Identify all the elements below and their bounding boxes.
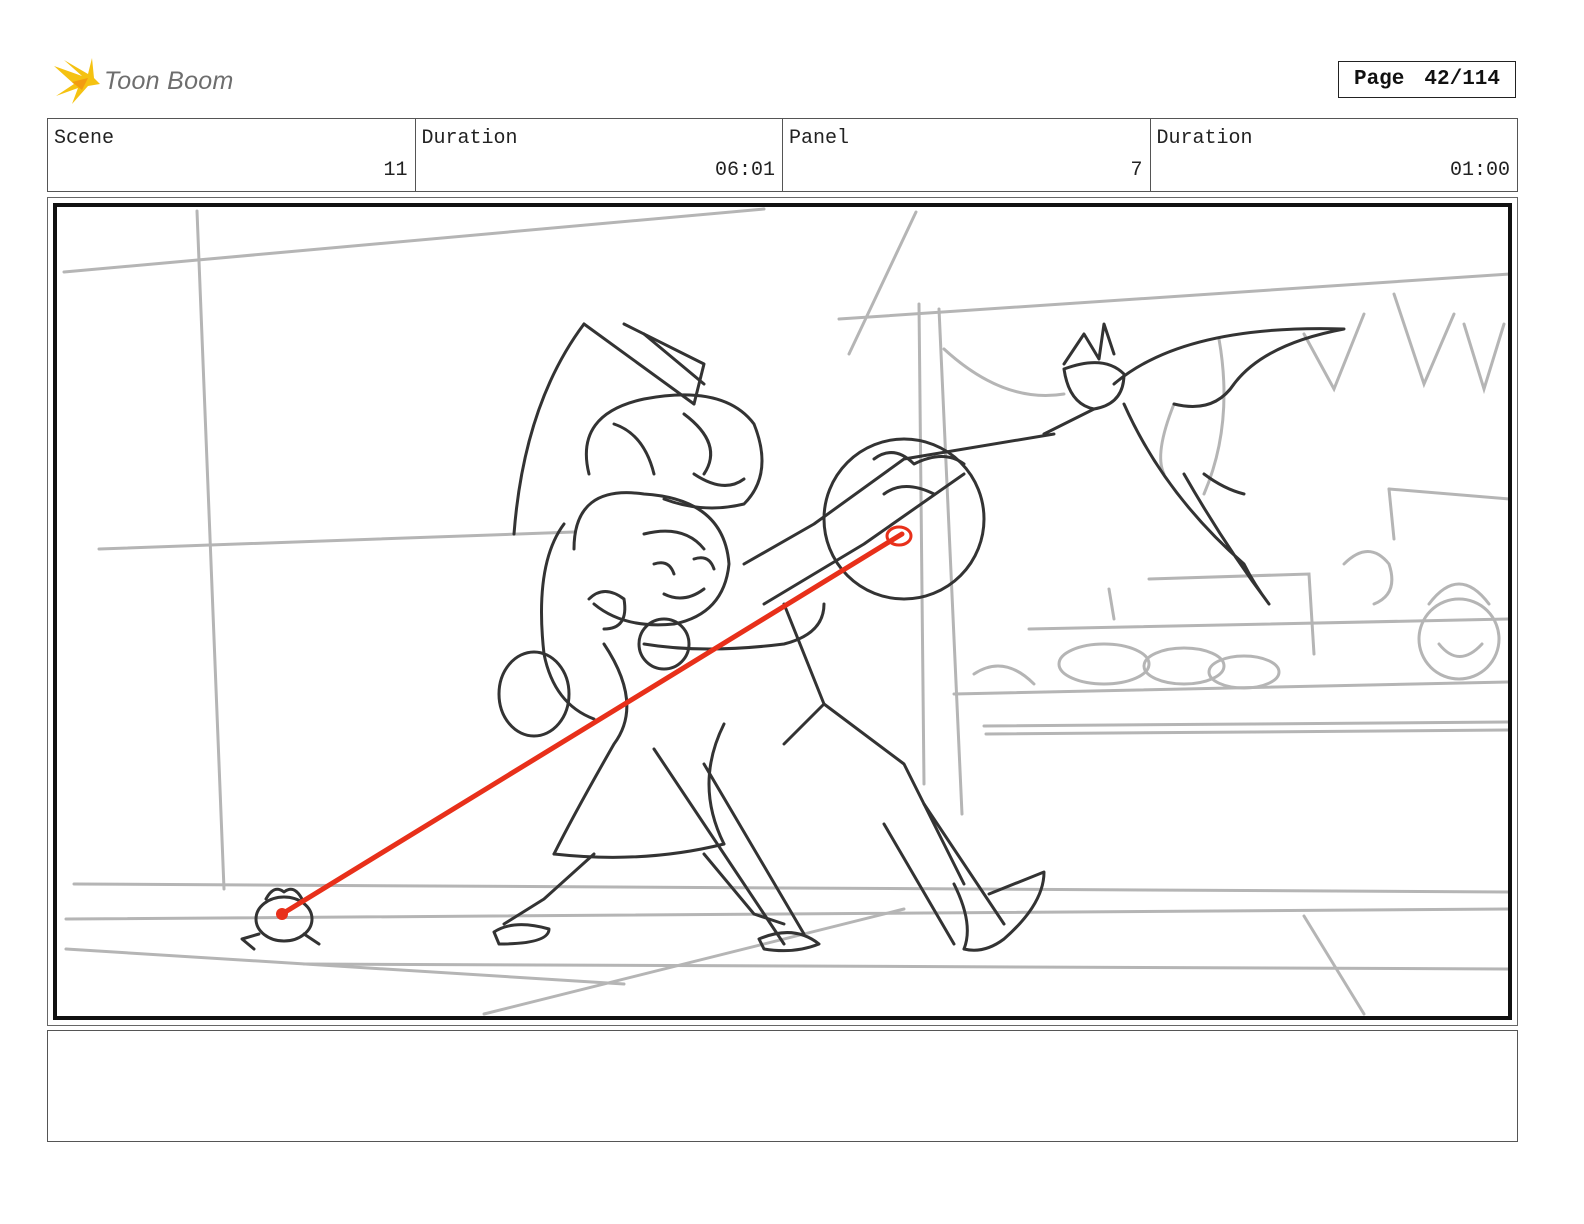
panel-duration-cell: Duration 01:00	[1151, 119, 1518, 191]
notes-area	[47, 1030, 1518, 1142]
scene-cell: Scene 11	[48, 119, 416, 191]
characters-sketch	[240, 322, 1346, 953]
storyboard-panel-image	[53, 203, 1512, 1020]
scene-duration-cell: Duration 06:01	[416, 119, 783, 191]
page-number: 42/114	[1424, 68, 1501, 91]
page-label: Page	[1353, 68, 1405, 91]
panel-label: Panel	[789, 127, 850, 150]
laser-beam	[276, 525, 913, 920]
panel-cell: Panel 7	[783, 119, 1151, 191]
scene-value: 11	[383, 159, 408, 182]
toon-boom-logo: Toon Boom	[52, 56, 234, 106]
panel-value: 7	[1130, 159, 1143, 182]
brand-name: Toon Boom	[104, 66, 234, 95]
scene-label: Scene	[54, 127, 115, 150]
starburst-icon	[54, 58, 100, 104]
sketch-drawing	[62, 207, 1508, 1016]
scene-duration-value: 06:01	[714, 159, 775, 182]
storyboard-info-bar: Scene 11 Duration 06:01 Panel 7 Duration…	[47, 118, 1518, 192]
panel-duration-label: Duration	[1156, 127, 1253, 150]
scene-duration-label: Duration	[421, 127, 518, 150]
panel-duration-value: 01:00	[1449, 159, 1510, 182]
page-indicator: Page 42/114	[1338, 61, 1516, 98]
